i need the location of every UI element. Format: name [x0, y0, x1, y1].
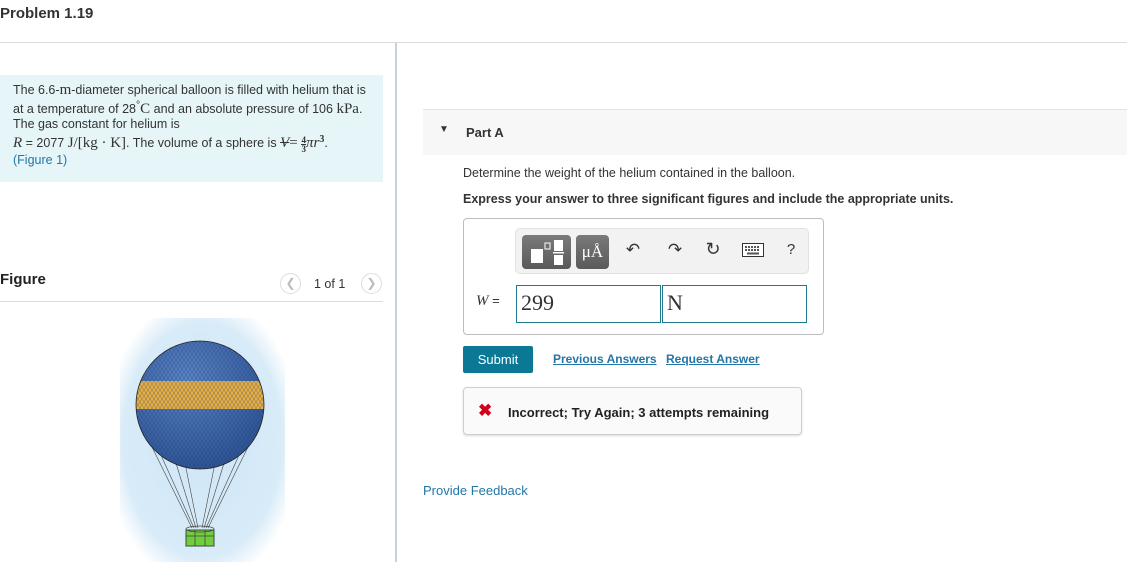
- caret-down-icon[interactable]: ▼: [439, 124, 449, 135]
- templates-button[interactable]: [522, 235, 571, 269]
- unit-celsius: C: [140, 101, 151, 118]
- statement-text: . The volume of a sphere is: [126, 136, 281, 151]
- answer-variable-label: W =: [476, 293, 500, 310]
- error-x-icon: ✖: [478, 401, 493, 420]
- previous-answers-link[interactable]: Previous Answers: [553, 352, 657, 366]
- statement-period: .: [324, 136, 328, 151]
- equals-sign: =: [289, 135, 302, 152]
- figure-link[interactable]: (Figure 1): [13, 153, 67, 167]
- chevron-left-icon: ❮: [285, 276, 296, 290]
- problem-statement: The 6.6-m-diameter spherical balloon is …: [0, 75, 383, 182]
- figure-next-button[interactable]: ❯: [361, 273, 382, 294]
- statement-text: and an absolute pressure of 106: [150, 102, 337, 117]
- volume-symbol: V: [280, 135, 290, 152]
- column-divider[interactable]: [395, 43, 397, 562]
- keyboard-icon[interactable]: [742, 243, 764, 257]
- request-answer-link[interactable]: Request Answer: [666, 352, 760, 366]
- chevron-right-icon: ❯: [366, 276, 377, 290]
- feedback-message: ✖ Incorrect; Try Again; 3 attempts remai…: [463, 387, 802, 435]
- question-text: Determine the weight of the helium conta…: [463, 166, 796, 180]
- answer-value-input[interactable]: 299: [516, 285, 661, 323]
- figure-header: Figure ❮ 1 of 1 ❯: [0, 268, 383, 302]
- units-button[interactable]: μÅ: [576, 235, 609, 269]
- answer-unit-input[interactable]: N: [662, 285, 807, 323]
- answer-box: μÅ ↶ ↷ ↻ ? W = 299 N: [463, 218, 824, 335]
- provide-feedback-link[interactable]: Provide Feedback: [423, 483, 528, 498]
- variable-symbol: W: [476, 293, 489, 309]
- equals-sign: =: [488, 293, 500, 308]
- gas-constant-value: = 2077: [22, 136, 68, 151]
- gas-constant-symbol: R: [13, 135, 23, 152]
- reset-icon[interactable]: ↻: [702, 239, 724, 260]
- part-a-header[interactable]: ▼ Part A: [423, 109, 1127, 155]
- instruction-text: Express your answer to three significant…: [463, 192, 954, 206]
- gas-constant-unit: J/[kg · K]: [67, 135, 127, 152]
- figure-pager-text: 1 of 1: [314, 277, 346, 291]
- problem-title: Problem 1.19: [0, 5, 94, 22]
- undo-icon[interactable]: ↶: [622, 240, 644, 260]
- submit-button[interactable]: Submit: [463, 346, 533, 373]
- feedback-text: Incorrect; Try Again; 3 attempts remaini…: [508, 405, 770, 420]
- balloon-figure: [120, 318, 285, 562]
- figure-prev-button[interactable]: ❮: [280, 273, 301, 294]
- figure-label: Figure: [0, 271, 46, 288]
- help-icon[interactable]: ?: [780, 241, 802, 258]
- statement-text: The 6.6-: [13, 83, 60, 97]
- redo-icon[interactable]: ↷: [664, 240, 686, 260]
- unit-meter: m: [59, 82, 72, 98]
- header-divider: [0, 42, 1127, 43]
- templates-icon: [531, 240, 564, 265]
- math-toolbar: μÅ ↶ ↷ ↻ ?: [515, 228, 809, 274]
- unit-kpa: kPa: [336, 101, 359, 118]
- pi-r: πr: [305, 135, 320, 152]
- part-title: Part A: [466, 125, 504, 140]
